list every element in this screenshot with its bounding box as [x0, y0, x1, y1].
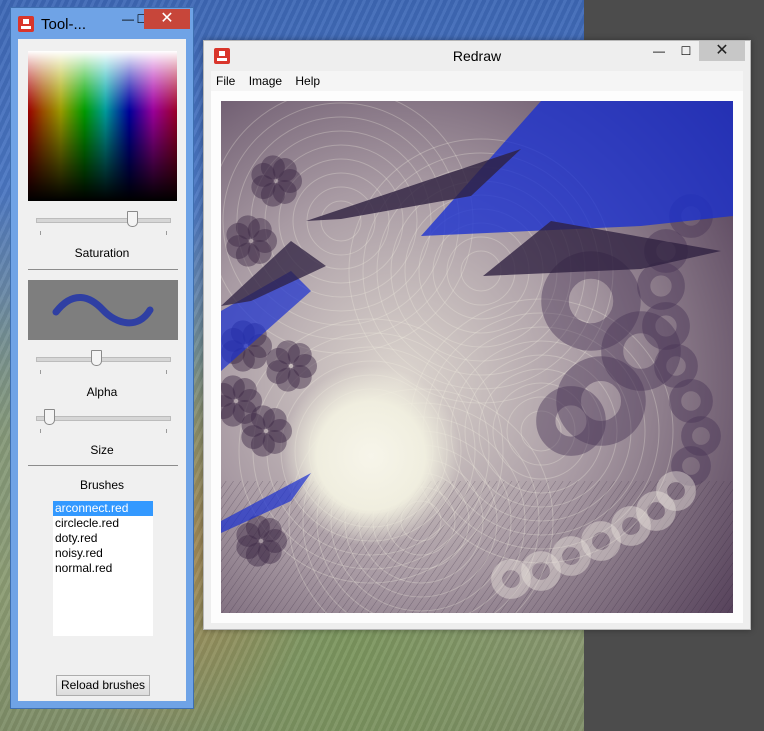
tool-window-client: Saturation Alpha Size Brushes arconnect.… [18, 39, 186, 701]
menu-file[interactable]: File [211, 71, 240, 91]
tool-window-titlebar[interactable]: Tool-... — ☐ ✕ [11, 8, 193, 38]
list-item[interactable]: normal.red [53, 561, 153, 576]
list-item[interactable]: arconnect.red [53, 501, 153, 516]
close-button[interactable]: ✕ [699, 41, 745, 61]
brush-stroke-preview [52, 294, 154, 327]
blob-dot [257, 518, 282, 543]
brush-stroke [52, 294, 154, 327]
slider-tick [40, 429, 41, 433]
alpha-label: Alpha [86, 385, 118, 399]
slider-tick [166, 231, 167, 235]
glow-spot [281, 366, 461, 546]
maximize-icon[interactable]: ☐ [673, 42, 699, 62]
menu-bar: File Image Help [211, 71, 743, 91]
canvas-area [211, 91, 743, 623]
slider-track [36, 218, 171, 223]
tool-window-title: Tool-... [41, 16, 87, 33]
slider-thumb[interactable] [91, 350, 102, 366]
close-button[interactable]: ✕ [144, 9, 190, 29]
list-item[interactable]: doty.red [53, 531, 153, 546]
blob-dot [232, 378, 257, 403]
saturation-label: Saturation [74, 246, 130, 260]
list-item[interactable]: noisy.red [53, 546, 153, 561]
alpha-slider[interactable] [36, 350, 171, 374]
slider-tick [166, 370, 167, 374]
brushes-list[interactable]: arconnect.red circlecle.red doty.red noi… [53, 501, 153, 636]
menu-help[interactable]: Help [290, 71, 325, 91]
slider-thumb[interactable] [127, 211, 138, 227]
slider-track [36, 357, 171, 362]
app-icon [18, 16, 34, 32]
color-picker[interactable] [28, 51, 177, 201]
blob-dot [287, 343, 312, 368]
reload-brushes-button[interactable]: Reload brushes [56, 675, 150, 696]
list-item[interactable]: circlecle.red [53, 516, 153, 531]
slider-thumb[interactable] [44, 409, 55, 425]
slider-track [36, 416, 171, 421]
divider [28, 465, 178, 466]
divider [28, 269, 178, 270]
saturation-slider[interactable] [36, 211, 171, 235]
drawing-canvas[interactable] [221, 101, 733, 613]
menu-image[interactable]: Image [244, 71, 287, 91]
blob-dot [247, 218, 272, 243]
minimize-icon[interactable]: — [646, 42, 672, 62]
blob-dot [262, 408, 287, 433]
slider-tick [40, 370, 41, 374]
blob-dot [272, 158, 297, 183]
slider-tick [166, 429, 167, 433]
size-slider[interactable] [36, 409, 171, 433]
size-label: Size [90, 443, 114, 457]
tool-window: Tool-... — ☐ ✕ Saturation Alpha Size Bru… [10, 7, 194, 709]
redraw-window: Redraw — ☐ ✕ File Image Help [203, 40, 751, 630]
slider-tick [40, 231, 41, 235]
brush-preview [28, 280, 178, 340]
brushes-label: Brushes [79, 478, 125, 492]
